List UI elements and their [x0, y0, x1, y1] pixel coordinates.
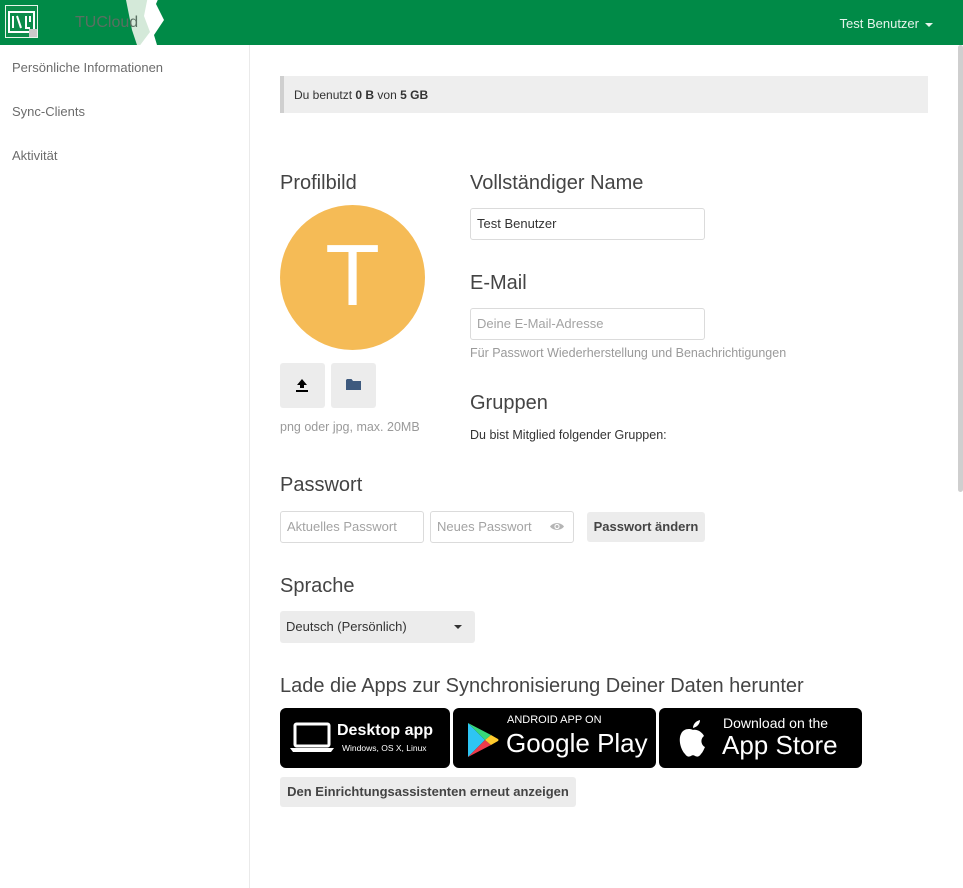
app-store-text: App Store	[722, 730, 838, 760]
sidebar: Persönliche Informationen Sync-Clients A…	[0, 45, 250, 888]
google-play-text: Google Play	[506, 728, 648, 758]
android-app-on-text: ANDROID APP ON	[507, 714, 602, 726]
google-play-badge[interactable]: ANDROID APP ON Google Play	[453, 708, 656, 768]
language-heading: Sprache	[280, 575, 355, 597]
desktop-app-subtitle: Windows, OS X, Linux	[342, 743, 427, 753]
full-name-heading: Vollständiger Name	[470, 172, 644, 194]
top-header: TUCloud Test Benutzer	[0, 0, 963, 45]
user-menu[interactable]: Test Benutzer	[839, 16, 933, 31]
sidebar-item-personal-info[interactable]: Persönliche Informationen	[12, 60, 163, 75]
laptop-icon	[290, 722, 334, 752]
user-name: Test Benutzer	[839, 16, 920, 31]
sidebar-item-sync-clients[interactable]: Sync-Clients	[12, 104, 85, 119]
email-hint: Für Passwort Wiederherstellung und Benac…	[470, 346, 787, 360]
new-password-placeholder: Neues Passwort	[437, 519, 532, 534]
change-password-button[interactable]: Passwort ändern	[587, 512, 705, 542]
sidebar-item-activity[interactable]: Aktivität	[12, 148, 58, 163]
quota-prefix: Du benutzt	[294, 88, 353, 102]
language-select[interactable]: Deutsch (Persönlich)	[280, 611, 475, 643]
google-play-icon	[468, 723, 499, 757]
current-password-input[interactable]: Aktuelles Passwort	[280, 511, 424, 543]
quota-bar: Du benutzt 0 B von 5 GB	[280, 76, 928, 113]
app-store-badge[interactable]: Download on the App Store	[659, 708, 862, 768]
full-name-input[interactable]: Test Benutzer	[470, 208, 705, 240]
apple-icon	[679, 720, 705, 757]
download-on-text: Download on the	[723, 715, 829, 731]
avatar: T	[280, 205, 425, 350]
apps-heading: Lade die Apps zur Synchronisierung Deine…	[280, 675, 804, 697]
caret-down-icon	[925, 22, 933, 27]
quota-text: Du benutzt 0 B von 5 GB	[294, 88, 428, 102]
upload-avatar-button[interactable]	[280, 363, 325, 408]
password-heading: Passwort	[280, 474, 363, 496]
show-setup-wizard-button[interactable]: Den Einrichtungsassistenten erneut anzei…	[280, 777, 576, 807]
new-password-input[interactable]: Neues Passwort	[430, 511, 574, 543]
caret-down-icon	[454, 625, 462, 629]
groups-text: Du bist Mitglied folgender Gruppen:	[470, 428, 667, 442]
upload-icon	[296, 379, 308, 392]
avatar-hint: png oder jpg, max. 20MB	[280, 420, 420, 434]
email-heading: E-Mail	[470, 272, 527, 294]
language-selected: Deutsch (Persönlich)	[286, 619, 407, 634]
brand-name[interactable]: TUCloud	[75, 14, 138, 32]
eye-icon[interactable]	[549, 521, 565, 532]
scrollbar-thumb[interactable]	[958, 45, 963, 492]
email-input[interactable]: Deine E-Mail-Adresse	[470, 308, 705, 340]
logo-corner-mark	[29, 29, 37, 37]
choose-avatar-from-files-button[interactable]	[331, 363, 376, 408]
quota-total: 5 GB	[400, 88, 429, 102]
desktop-app-badge[interactable]: Desktop app Windows, OS X, Linux	[280, 708, 450, 768]
groups-heading: Gruppen	[470, 392, 548, 414]
desktop-app-title: Desktop app	[337, 722, 434, 739]
quota-used: 0 B	[355, 88, 375, 102]
quota-middle: von	[377, 88, 397, 102]
folder-icon	[346, 379, 361, 390]
profile-picture-heading: Profilbild	[280, 172, 357, 194]
